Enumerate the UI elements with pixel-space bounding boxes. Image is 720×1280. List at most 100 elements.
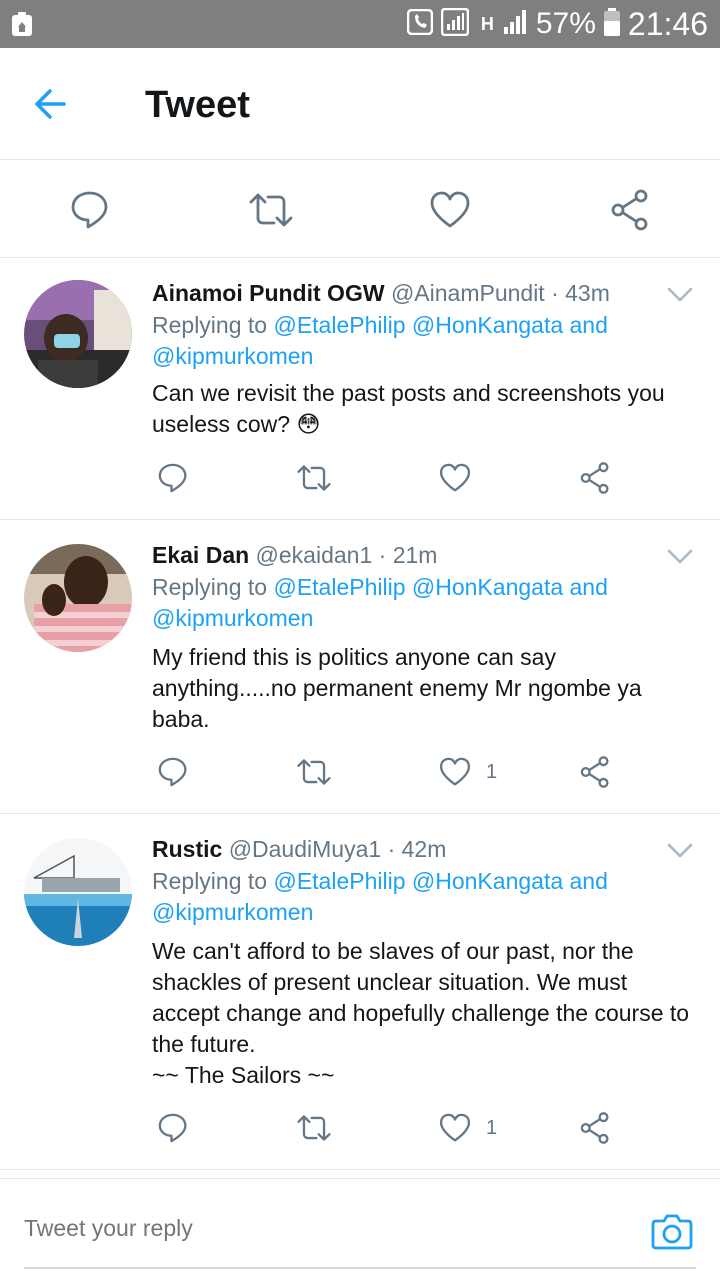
tweet-text: My friend this is politics anyone can sa… [152,644,642,732]
heart-icon [430,191,470,228]
mention-link[interactable]: @HonKangata [412,574,563,600]
replying-prefix: Replying to [152,574,268,600]
replying-prefix: Replying to [152,868,268,894]
like-button[interactable]: 1 [438,1110,497,1146]
mention-link[interactable]: @kipmurkomen [152,343,313,369]
chevron-down-icon [667,843,693,858]
tweet-menu-button[interactable] [666,548,694,568]
chevron-down-icon [667,287,693,302]
reply-composer [0,1178,720,1280]
like-count: 1 [486,1116,498,1139]
replying-to: Replying to @EtalePhilip @HonKangata and… [152,572,692,634]
reply-button[interactable] [156,1110,190,1146]
reply-icon [158,463,187,493]
recycle-icon [10,11,34,42]
reply-icon [158,757,187,787]
retweet-button[interactable] [248,188,293,232]
heart-icon [439,1113,471,1142]
mention-and[interactable]: and [570,868,608,894]
mention-link[interactable]: @EtalePhilip [273,868,405,894]
reply-input[interactable] [24,1215,624,1242]
retweet-icon [297,759,331,785]
mention-link[interactable]: @EtalePhilip [273,312,405,338]
heart-icon [439,463,471,492]
tweet-header: Rustic @DaudiMuya1 · 42m [152,836,446,863]
reply-tweet[interactable]: Ekai Dan @ekaidan1 · 21m Replying to @Et… [0,520,720,814]
tweet-actions: 1 [152,754,692,794]
back-button[interactable] [30,84,78,124]
tweet-actions [152,460,692,500]
retweet-button[interactable] [296,460,332,496]
tweet-text: We can't afford to be slaves of our past… [152,936,698,1091]
cell-signal-icon [502,9,528,40]
mention-link[interactable]: @HonKangata [412,868,563,894]
like-button[interactable] [428,188,472,232]
share-button[interactable] [578,460,612,496]
replying-to: Replying to @EtalePhilip @HonKangata and… [152,866,692,928]
page-title: Tweet [145,84,250,126]
reply-tweet[interactable]: Ainamoi Pundit OGW @AinamPundit · 43m Re… [0,258,720,520]
tweet-text: Can we revisit the past posts and screen… [152,380,665,437]
retweet-button[interactable] [296,754,332,790]
mention-link[interactable]: @HonKangata [412,312,563,338]
retweet-button[interactable] [296,1110,332,1146]
signal-icon [440,7,470,41]
tweet-header: Ekai Dan @ekaidan1 · 21m [152,542,437,569]
share-button[interactable] [578,754,612,790]
tweet-menu-button[interactable] [666,286,694,306]
author-handle[interactable]: @AinamPundit [391,280,545,306]
reply-icon [71,191,108,229]
tweet-time: · 21m [378,542,438,568]
avatar[interactable] [24,280,132,388]
tweet-time: · 43m [551,280,610,306]
author-handle[interactable]: @DaudiMuya1 [229,836,381,862]
avatar[interactable] [24,544,132,652]
clock: 21:46 [627,5,708,42]
retweet-icon [249,193,293,227]
mention-and[interactable]: and [570,312,608,338]
like-count: 1 [486,760,498,783]
author-name[interactable]: Ainamoi Pundit OGW [152,280,385,306]
tweet-text-main: We can't afford to be slaves of our past… [152,938,690,1057]
tweet-time: · 42m [387,836,447,862]
reply-button[interactable] [68,188,112,232]
input-underline [24,1267,696,1269]
main-tweet-actions [0,160,720,258]
reply-icon [158,1113,187,1143]
mention-link[interactable]: @kipmurkomen [152,605,313,631]
camera-icon [651,1214,693,1250]
share-icon [611,189,648,231]
arrow-left-icon [35,89,66,119]
avatar[interactable] [24,838,132,946]
battery-icon [603,7,620,41]
share-icon [580,462,609,494]
reply-button[interactable] [156,754,190,790]
reply-button[interactable] [156,460,190,496]
camera-button[interactable] [650,1211,694,1251]
mention-link[interactable]: @EtalePhilip [273,574,405,600]
tweet-menu-button[interactable] [666,842,694,862]
tweet-actions: 1 [152,1110,692,1150]
phone-icon [406,8,434,40]
battery-percent: 57% [535,7,596,40]
share-icon [580,1112,609,1144]
share-button[interactable] [578,1110,612,1146]
tweet-signature: ~~ The Sailors ~~ [152,1062,335,1088]
chevron-down-icon [667,549,693,564]
retweet-icon [297,1115,331,1141]
author-handle[interactable]: @ekaidan1 [256,542,373,568]
like-button[interactable] [438,460,486,496]
reply-tweet[interactable]: Rustic @DaudiMuya1 · 42m Replying to @Et… [0,814,720,1170]
share-icon [580,756,609,788]
share-button[interactable] [608,188,652,232]
mention-link[interactable]: @kipmurkomen [152,899,313,925]
app-header: Tweet [0,48,720,160]
heart-icon [439,757,471,786]
replying-prefix: Replying to [152,312,268,338]
author-name[interactable]: Ekai Dan [152,542,249,568]
mention-and[interactable]: and [570,574,608,600]
author-name[interactable]: Rustic [152,836,222,862]
replying-to: Replying to @EtalePhilip @HonKangata and… [152,310,692,372]
retweet-icon [297,465,331,491]
like-button[interactable]: 1 [438,754,497,790]
